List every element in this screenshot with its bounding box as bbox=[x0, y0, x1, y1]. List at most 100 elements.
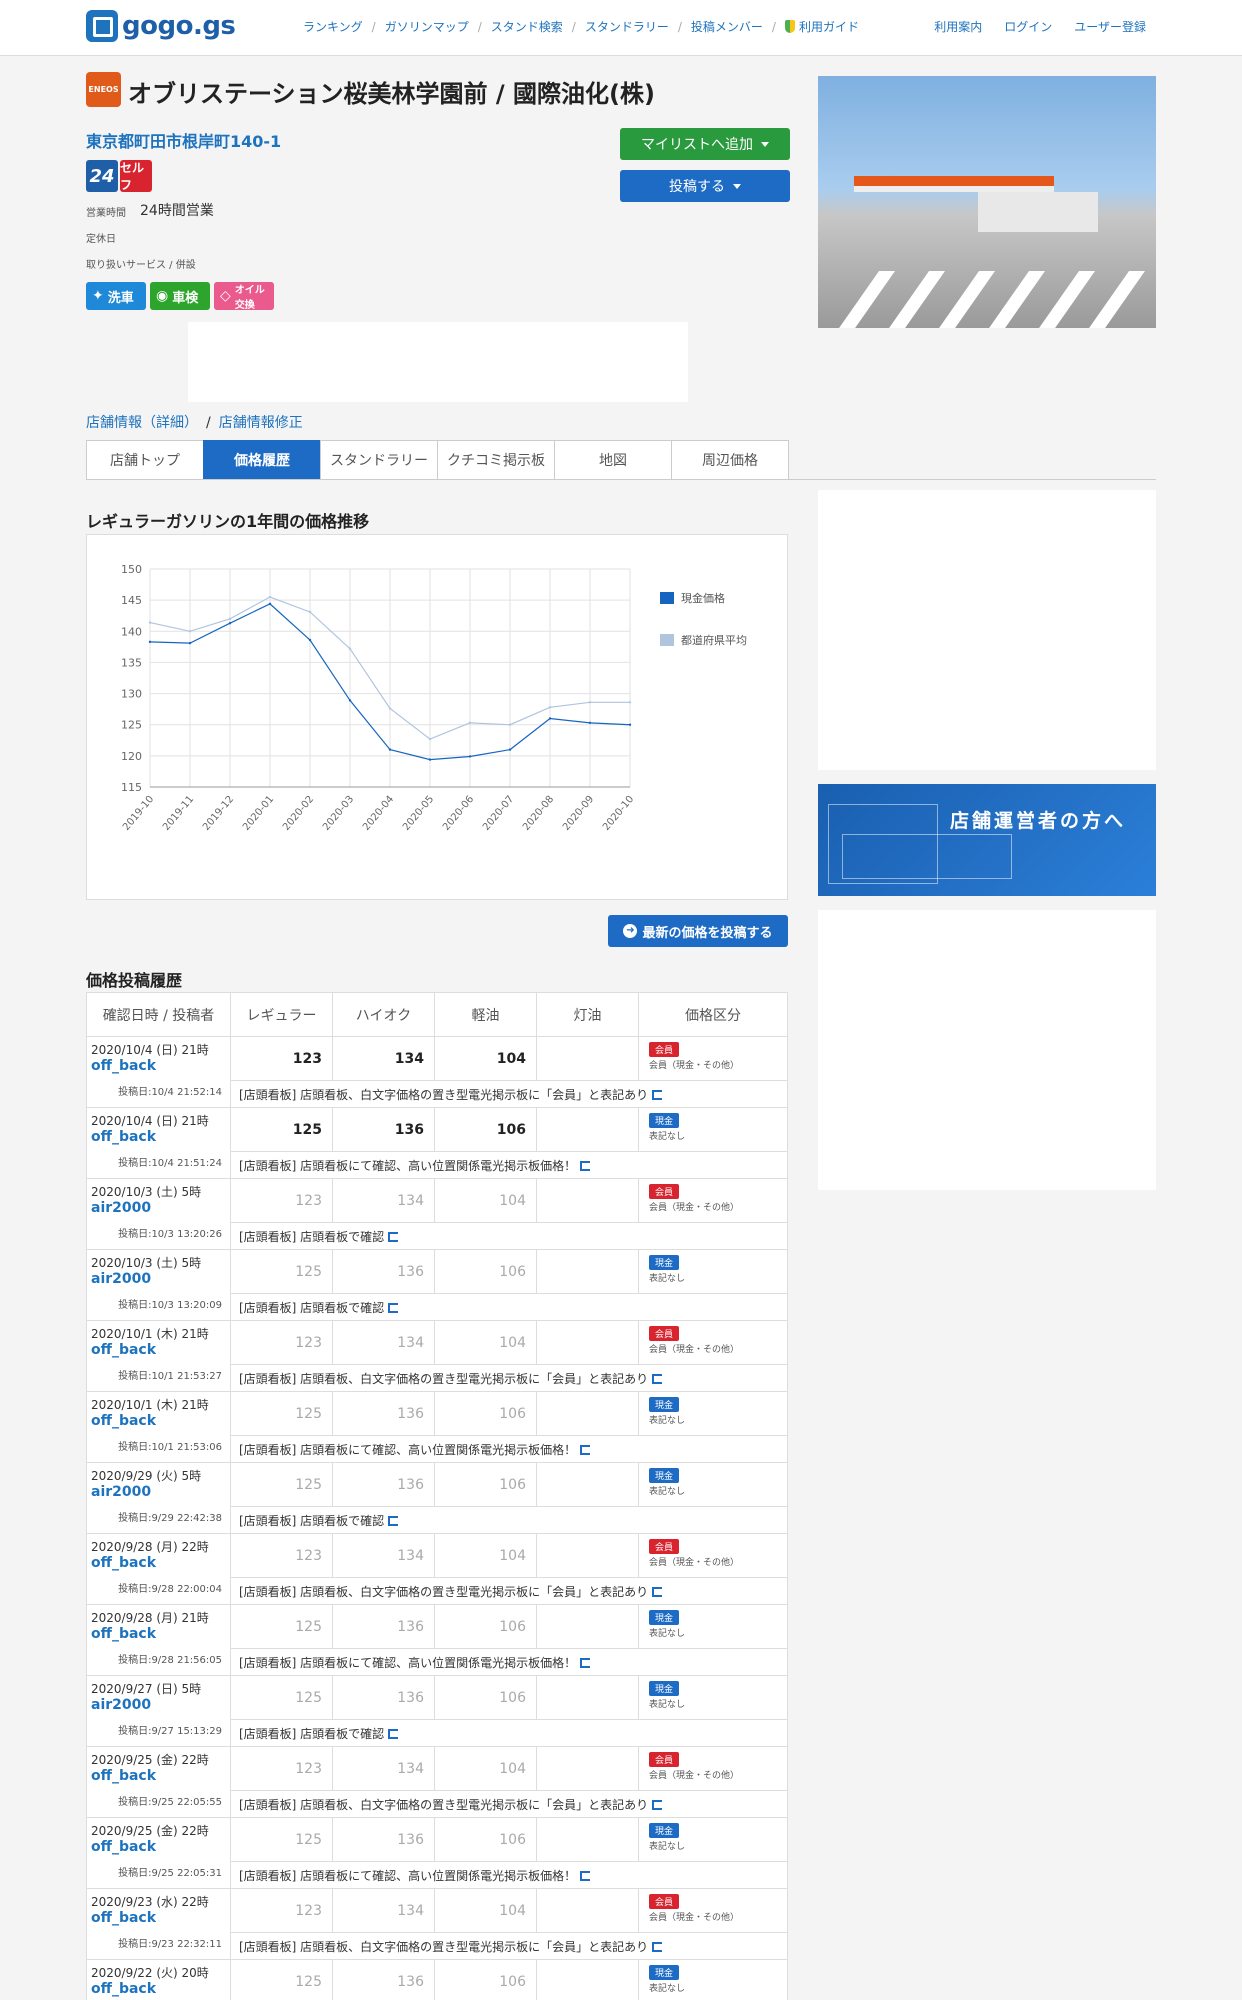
x-tick-label: 2020-09 bbox=[561, 794, 596, 833]
store-edit-link[interactable]: 店舗情報修正 bbox=[219, 415, 303, 431]
price-type-badge: 現金 bbox=[649, 1255, 680, 1270]
report-flag-icon[interactable] bbox=[388, 1728, 399, 1739]
tab-price-history[interactable]: 価格履歴 bbox=[203, 440, 321, 480]
price-type-note: 表記なし bbox=[649, 1132, 686, 1142]
y-tick-label: 125 bbox=[121, 719, 142, 732]
price-type-badge: 現金 bbox=[649, 1965, 680, 1980]
table-row: 2020/10/1 (木) 21時 off_back 投稿日:10/1 21:53:… bbox=[86, 1391, 788, 1463]
nav-members[interactable]: 投稿メンバー bbox=[691, 18, 763, 35]
report-flag-icon[interactable] bbox=[652, 1941, 663, 1952]
table-row: 2020/10/4 (日) 21時 off_back 投稿日:10/4 21:51:… bbox=[86, 1107, 788, 1179]
nav-register[interactable]: ユーザー登録 bbox=[1074, 18, 1146, 35]
diesel-price: 104 bbox=[434, 1533, 537, 1578]
poster-link[interactable]: off_back bbox=[91, 1129, 226, 1145]
poster-link[interactable]: off_back bbox=[91, 1839, 226, 1855]
high-octane-price: 134 bbox=[332, 1320, 435, 1365]
price-type-cell: 会員 会員（現金・その他） bbox=[638, 1178, 788, 1223]
car-wash-icon: ✦ 洗車 bbox=[86, 282, 146, 310]
row-date-user: 2020/10/1 (木) 21時 off_back 投稿日:10/1 21:53:… bbox=[86, 1391, 231, 1463]
price-type-cell: 現金 表記なし bbox=[638, 1959, 788, 2000]
report-flag-icon[interactable] bbox=[580, 1160, 591, 1171]
post-button[interactable]: 投稿する bbox=[620, 170, 790, 202]
post-comment: [店頭看板] 店頭看板、白文字価格の置き型電光掲示板に「会員」と表記あり bbox=[230, 1364, 788, 1392]
nav-login[interactable]: ログイン bbox=[1004, 18, 1052, 35]
price-type-cell: 現金 表記なし bbox=[638, 1249, 788, 1294]
col-diesel: 軽油 bbox=[434, 992, 537, 1037]
poster-link[interactable]: off_back bbox=[91, 1768, 226, 1784]
poster-link[interactable]: off_back bbox=[91, 1555, 226, 1571]
confirm-date: 2020/9/25 (金) 22時 bbox=[91, 1753, 209, 1767]
nav-guide[interactable]: 利用ガイド bbox=[799, 18, 859, 35]
tab-reviews[interactable]: クチコミ掲示板 bbox=[437, 440, 555, 480]
nav-gas-map[interactable]: ガソリンマップ bbox=[385, 18, 469, 35]
col-regular: レギュラー bbox=[230, 992, 333, 1037]
report-flag-icon[interactable] bbox=[652, 1089, 663, 1100]
site-header: gogo.gs ランキング / ガソリンマップ / スタンド検索 / スタンドラリー /… bbox=[0, 0, 1242, 56]
breadcrumb: 店舗情報（詳細） / 店舗情報修正 bbox=[86, 415, 303, 431]
diesel-price: 106 bbox=[434, 1462, 537, 1507]
row-date-user: 2020/9/23 (水) 22時 off_back 投稿日:9/23 22:32:… bbox=[86, 1888, 231, 1960]
tab-map[interactable]: 地図 bbox=[554, 440, 672, 480]
post-latest-price-button[interactable]: ➜ 最新の価格を投稿する bbox=[608, 915, 788, 947]
x-tick-label: 2020-02 bbox=[281, 794, 316, 833]
report-flag-icon[interactable] bbox=[388, 1302, 399, 1313]
nav-stand-search[interactable]: スタンド検索 bbox=[491, 18, 563, 35]
tab-store-top[interactable]: 店舗トップ bbox=[86, 440, 204, 480]
report-flag-icon[interactable] bbox=[388, 1515, 399, 1526]
high-octane-price: 134 bbox=[332, 1178, 435, 1223]
kerosene-price bbox=[536, 1888, 639, 1933]
station-address[interactable]: 東京都町田市根岸町140-1 bbox=[86, 128, 281, 152]
poster-link[interactable]: air2000 bbox=[91, 1200, 226, 1216]
price-type-cell: 会員 会員（現金・その他） bbox=[638, 1533, 788, 1578]
nav-ranking[interactable]: ランキング bbox=[303, 18, 363, 35]
legend-label: 現金価格 bbox=[681, 591, 725, 605]
report-flag-icon[interactable] bbox=[580, 1657, 591, 1668]
regular-price: 123 bbox=[230, 1178, 333, 1223]
poster-link[interactable]: off_back bbox=[91, 1058, 226, 1074]
row-date-user: 2020/9/25 (金) 22時 off_back 投稿日:9/25 22:05:… bbox=[86, 1817, 231, 1889]
report-flag-icon[interactable] bbox=[652, 1586, 663, 1597]
confirm-date: 2020/10/1 (木) 21時 bbox=[91, 1398, 209, 1412]
poster-link[interactable]: off_back bbox=[91, 1342, 226, 1358]
post-comment: [店頭看板] 店頭看板、白文字価格の置き型電光掲示板に「会員」と表記あり bbox=[230, 1932, 788, 1960]
poster-link[interactable]: off_back bbox=[91, 1981, 226, 1997]
kerosene-price bbox=[536, 1675, 639, 1720]
chevron-down-icon bbox=[733, 183, 741, 189]
poster-link[interactable]: off_back bbox=[91, 1910, 226, 1926]
tab-stand-rally[interactable]: スタンドラリー bbox=[320, 440, 438, 480]
report-flag-icon[interactable] bbox=[580, 1870, 591, 1881]
report-flag-icon[interactable] bbox=[652, 1373, 663, 1384]
high-octane-price: 136 bbox=[332, 1462, 435, 1507]
poster-link[interactable]: off_back bbox=[91, 1413, 226, 1429]
diesel-price: 104 bbox=[434, 1036, 537, 1081]
data-point bbox=[148, 640, 152, 644]
poster-link[interactable]: air2000 bbox=[91, 1484, 226, 1500]
add-to-mylist-button[interactable]: マイリストへ追加 bbox=[620, 128, 790, 160]
nav-stand-rally[interactable]: スタンドラリー bbox=[585, 18, 669, 35]
site-logo[interactable]: gogo.gs bbox=[86, 10, 236, 42]
price-type-note: 表記なし bbox=[649, 1984, 686, 1994]
table-row: 2020/9/27 (日) 5時 air2000 投稿日:9/27 15:13:29… bbox=[86, 1675, 788, 1747]
poster-link[interactable]: air2000 bbox=[91, 1697, 226, 1713]
services-label: 取り扱いサービス / 併設 bbox=[86, 260, 196, 271]
chart-title: レギュラーガソリンの1年間の価格推移 bbox=[86, 512, 370, 531]
diesel-price: 106 bbox=[434, 1391, 537, 1436]
data-point bbox=[588, 721, 592, 725]
nav-about[interactable]: 利用案内 bbox=[934, 18, 982, 35]
poster-link[interactable]: air2000 bbox=[91, 1271, 226, 1287]
regular-price: 125 bbox=[230, 1462, 333, 1507]
data-point bbox=[548, 706, 552, 709]
report-flag-icon[interactable] bbox=[580, 1444, 591, 1455]
post-comment: [店頭看板] 店頭看板にて確認、高い位置関係電光掲示板価格！ bbox=[230, 1435, 788, 1463]
store-detail-link[interactable]: 店舗情報（詳細） bbox=[86, 415, 198, 431]
x-tick-label: 2020-03 bbox=[321, 794, 356, 833]
tab-nearby-prices[interactable]: 周辺価格 bbox=[671, 440, 789, 480]
regular-price: 125 bbox=[230, 1107, 333, 1152]
report-flag-icon[interactable] bbox=[388, 1231, 399, 1242]
poster-link[interactable]: off_back bbox=[91, 1626, 226, 1642]
kerosene-price bbox=[536, 1107, 639, 1152]
report-flag-icon[interactable] bbox=[652, 1799, 663, 1810]
owner-banner[interactable]: 店舗運営者の方へ bbox=[818, 784, 1156, 896]
kerosene-price bbox=[536, 1391, 639, 1436]
col-high-octane: ハイオク bbox=[332, 992, 435, 1037]
